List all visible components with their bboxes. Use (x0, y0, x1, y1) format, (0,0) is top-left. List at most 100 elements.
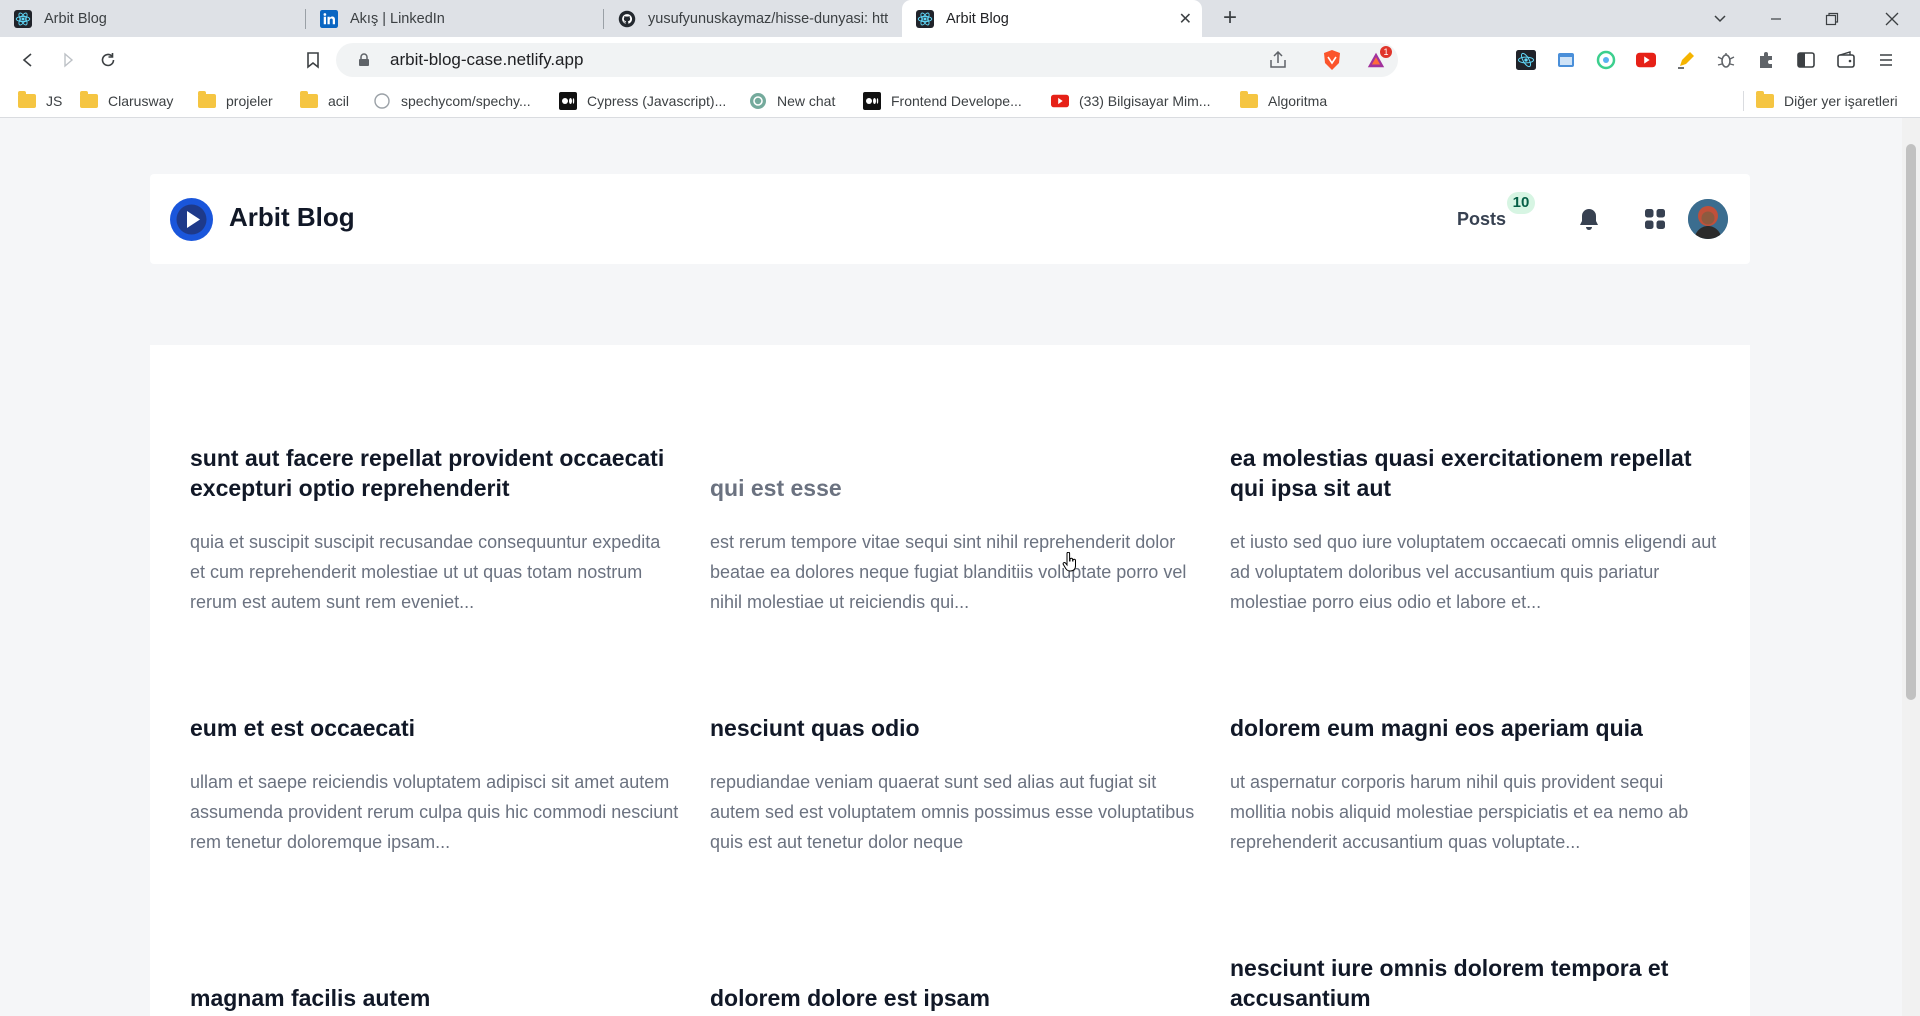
post-title[interactable]: qui est esse (710, 473, 1200, 503)
post-item[interactable]: nesciunt iure omnis dolorem tempora et a… (1230, 953, 1720, 1013)
extensions-puzzle-icon[interactable] (1756, 50, 1776, 70)
brave-rewards-icon[interactable]: 1 (1366, 46, 1392, 70)
tab-arbit-blog-active[interactable]: Arbit Blog ✕ (902, 0, 1202, 37)
bookmarks-bar: JS Clarusway projeler acil spechycom/spe… (0, 83, 1920, 118)
post-excerpt: est rerum tempore vitae sequi sint nihil… (710, 532, 1187, 612)
bug-extension-icon[interactable] (1716, 50, 1736, 70)
user-avatar[interactable] (1688, 199, 1728, 239)
github-icon (618, 10, 636, 28)
folder-icon (18, 91, 36, 109)
post-title[interactable]: nesciunt iure omnis dolorem tempora et a… (1230, 953, 1720, 1013)
bookmark-cypress[interactable]: Cypress (Javascript)... (559, 91, 726, 111)
bookmark-youtube[interactable]: (33) Bilgisayar Mim... (1051, 91, 1210, 111)
browser-toolbar: arbit-blog-case.netlify.app 1 (0, 37, 1920, 83)
browser-tab-bar: Arbit Blog Akış | LinkedIn yusufyunuskay… (0, 0, 1920, 37)
react-icon (916, 9, 934, 28)
lock-icon (358, 53, 372, 67)
bookmark-projeler[interactable]: projeler (198, 91, 273, 111)
bell-icon[interactable] (1577, 207, 1601, 231)
post-item[interactable]: qui est esse est rerum tempore vitae seq… (710, 473, 1200, 617)
posts-count-badge: 10 (1507, 192, 1535, 214)
share-icon[interactable] (1268, 50, 1288, 74)
brand-logo-icon[interactable] (170, 198, 213, 241)
circle-extension-icon[interactable] (1596, 50, 1616, 70)
post-excerpt: et iusto sed quo iure voluptatem occaeca… (1230, 532, 1717, 612)
close-window-button[interactable] (1864, 0, 1920, 37)
bookmark-icon[interactable] (300, 47, 326, 73)
react-devtools-icon[interactable] (1516, 50, 1536, 70)
bookmark-label: spechycom/spechy... (401, 93, 531, 109)
post-item[interactable]: ea molestias quasi exercitationem repell… (1230, 443, 1720, 617)
bookmark-spechycom[interactable]: spechycom/spechy... (373, 91, 531, 111)
bookmark-label: Algoritma (1268, 93, 1328, 109)
post-item[interactable]: sunt aut facere repellat provident occae… (190, 443, 680, 617)
folder-icon (1756, 91, 1774, 109)
medium-icon (559, 92, 577, 110)
apps-grid-icon[interactable] (1643, 207, 1667, 231)
tab-linkedin[interactable]: Akış | LinkedIn (306, 0, 604, 37)
post-item[interactable]: nesciunt quas odio repudiandae veniam qu… (710, 713, 1200, 857)
highlighter-icon[interactable] (1676, 50, 1696, 70)
bookmark-clarusway[interactable]: Clarusway (80, 91, 173, 111)
post-item[interactable]: eum et est occaecati ullam et saepe reic… (190, 713, 680, 857)
back-button[interactable] (15, 47, 41, 73)
bookmark-label: acil (328, 93, 350, 109)
bookmark-new-chat[interactable]: New chat (749, 91, 835, 111)
tab-title: Arbit Blog (44, 10, 107, 27)
reload-button[interactable] (95, 47, 121, 73)
address-bar[interactable]: arbit-blog-case.netlify.app (336, 43, 1398, 77)
restore-button[interactable] (1804, 0, 1860, 37)
page-scrollbar[interactable] (1902, 118, 1920, 1016)
page-viewport: Arbit Blog Posts 10 sunt aut facere repe… (0, 118, 1902, 1016)
post-item[interactable]: dolorem eum magni eos aperiam quia ut as… (1230, 713, 1720, 857)
bookmark-other[interactable]: Diğer yer işaretleri (1756, 91, 1898, 111)
bookmark-label: Frontend Develope... (891, 93, 1022, 109)
folder-icon (198, 91, 216, 109)
post-excerpt: quia et suscipit suscipit recusandae con… (190, 532, 661, 612)
bookmark-label: Cypress (Javascript)... (587, 93, 727, 109)
sidebar-icon[interactable] (1796, 50, 1816, 70)
bookmark-algoritma[interactable]: Algoritma (1240, 91, 1327, 111)
tab-arbit-blog-1[interactable]: Arbit Blog (0, 0, 306, 37)
brand-title[interactable]: Arbit Blog (229, 202, 355, 233)
hand-cursor-icon (1062, 551, 1078, 577)
medium-icon (863, 92, 881, 110)
post-title[interactable]: magnam facilis autem (190, 983, 680, 1013)
posts-nav-link[interactable]: Posts (1457, 209, 1506, 230)
post-item[interactable]: magnam facilis autem (190, 983, 680, 1013)
rewards-badge: 1 (1380, 46, 1392, 58)
brave-shield-icon[interactable] (1322, 50, 1342, 70)
tab-title: Akış | LinkedIn (350, 10, 445, 27)
post-excerpt: repudiandae veniam quaerat sunt sed alia… (710, 772, 1195, 852)
bookmark-acil[interactable]: acil (300, 91, 349, 111)
post-title[interactable]: sunt aut facere repellat provident occae… (190, 443, 680, 503)
menu-icon[interactable] (1876, 50, 1896, 70)
folder-icon (300, 91, 318, 109)
post-excerpt: ullam et saepe reiciendis voluptatem adi… (190, 772, 679, 852)
post-title[interactable]: ea molestias quasi exercitationem repell… (1230, 443, 1720, 503)
folder-icon (1240, 91, 1258, 109)
openai-icon (749, 93, 767, 109)
post-title[interactable]: dolorem eum magni eos aperiam quia (1230, 713, 1720, 743)
bookmarks-divider (1743, 91, 1744, 111)
posts-card: sunt aut facere repellat provident occae… (150, 345, 1750, 1016)
scrollbar-thumb[interactable] (1906, 144, 1916, 700)
window-extension-icon[interactable] (1556, 50, 1576, 70)
post-excerpt: ut aspernatur corporis harum nihil quis … (1230, 772, 1689, 852)
bookmark-label: (33) Bilgisayar Mim... (1079, 93, 1211, 109)
post-title[interactable]: eum et est occaecati (190, 713, 680, 743)
forward-button[interactable] (55, 47, 81, 73)
tab-search-icon[interactable] (1692, 0, 1748, 37)
post-item[interactable]: dolorem dolore est ipsam (710, 983, 1200, 1013)
post-title[interactable]: dolorem dolore est ipsam (710, 983, 1200, 1013)
bookmark-frontend[interactable]: Frontend Develope... (863, 91, 1022, 111)
close-tab-icon[interactable]: ✕ (1179, 9, 1192, 29)
youtube-extension-icon[interactable] (1636, 50, 1656, 70)
new-tab-button[interactable]: + (1216, 5, 1244, 33)
tab-github[interactable]: yusufyunuskaymaz/hisse-dunyasi: http (604, 0, 902, 37)
minimize-button[interactable] (1748, 0, 1804, 37)
wallet-icon[interactable] (1836, 50, 1856, 70)
post-title[interactable]: nesciunt quas odio (710, 713, 1200, 743)
react-icon (14, 9, 32, 28)
bookmark-js[interactable]: JS (18, 91, 62, 111)
